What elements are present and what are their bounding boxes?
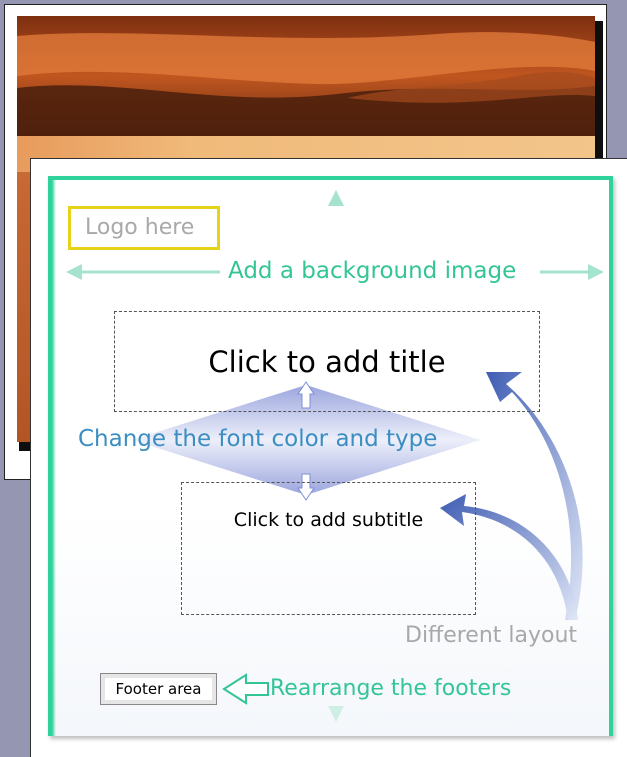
subtitle-placeholder-box[interactable]: [181, 482, 476, 615]
subtitle-placeholder-text[interactable]: Click to add subtitle: [181, 509, 476, 531]
hollow-left-arrow-icon: [222, 673, 269, 705]
logo-placeholder[interactable]: Logo here: [68, 206, 220, 250]
title-placeholder-text[interactable]: Click to add title: [114, 345, 540, 379]
font-color-hint: Change the font color and type: [78, 426, 438, 452]
footer-placeholder[interactable]: Footer area: [100, 673, 217, 705]
background-image-hint: Add a background image: [224, 258, 521, 284]
footer-hint: Rearrange the footers: [270, 676, 512, 701]
footer-placeholder-text: Footer area: [115, 680, 202, 698]
layout-hint: Different layout: [405, 623, 578, 648]
